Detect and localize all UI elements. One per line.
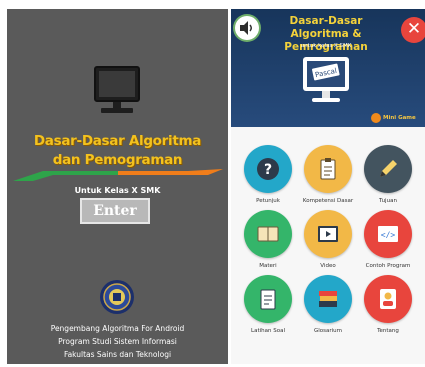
menu-item-label: Materi: [259, 263, 277, 269]
menu-item-kompetensi-dasar[interactable]: Kompetensi Dasar: [298, 145, 358, 205]
menu-item-circle: [304, 275, 352, 323]
splash-screen: Dasar-Dasar Algoritma dan Pemograman Unt…: [7, 9, 228, 364]
pascal-monitor-icon: Pascal: [303, 57, 349, 102]
credits-line1: Pengembang Algoritma For Android: [50, 324, 185, 333]
menu-item-contoh-program[interactable]: </> Contoh Program: [358, 210, 418, 270]
menu-item-glosarium[interactable]: Glosarium: [298, 275, 358, 335]
enter-button[interactable]: Enter: [80, 198, 150, 224]
app-title-line2: dan Pemograman: [52, 152, 183, 168]
books-icon: [319, 291, 337, 307]
menu-item-tujuan[interactable]: Tujuan: [358, 145, 418, 205]
close-button[interactable]: ✕: [401, 17, 425, 43]
menu-item-label: Glosarium: [313, 328, 343, 334]
mini-game-button[interactable]: Mini Game: [371, 112, 416, 124]
app-title: Dasar-Dasar Algoritma dan Pemograman: [7, 132, 228, 170]
menu-item-tentang[interactable]: Tentang: [358, 275, 418, 335]
developer-credits: Pengembang Algoritma For Android Program…: [7, 322, 228, 361]
menu-item-circle: ?: [244, 145, 292, 193]
about-icon: [380, 289, 396, 309]
main-menu-screen: Dasar-Dasar Algoritma & Pemrograman untu…: [231, 9, 425, 364]
menu-item-circle: </>: [364, 210, 412, 258]
menu-item-circle: [364, 145, 412, 193]
svg-text:</>: </>: [381, 231, 396, 240]
exercise-icon: [260, 289, 276, 310]
book-icon: [257, 226, 279, 242]
menu-item-circle: [364, 275, 412, 323]
clipboard-icon: [320, 158, 336, 180]
app-subtitle: Untuk Kelas X SMK: [74, 186, 161, 195]
credits-line2: Program Studi Sistem Informasi: [58, 337, 177, 346]
menu-item-circle: [244, 210, 292, 258]
university-logo: [100, 280, 134, 314]
monitor-icon: [94, 66, 140, 113]
code-icon: </>: [378, 226, 398, 242]
menu-item-label: Latihan Soal: [251, 328, 285, 334]
menu-item-latihan-soal[interactable]: Latihan Soal: [238, 275, 298, 335]
svg-text:?: ?: [264, 162, 272, 178]
menu-title-line2: Algoritma & Pemrograman: [284, 28, 368, 53]
menu-item-circle: [244, 275, 292, 323]
video-icon: [318, 226, 338, 242]
menu-item-circle: [304, 145, 352, 193]
app-title-line1: Dasar-Dasar Algoritma: [33, 133, 202, 149]
mini-game-label: Mini Game: [383, 115, 416, 121]
menu-subtitle: untuk kelas X SMK: [300, 43, 352, 49]
menu-item-label: Tujuan: [379, 198, 397, 204]
question-icon: ?: [257, 158, 279, 180]
menu-item-label: Tentang: [377, 328, 399, 334]
decorative-stripe: [13, 169, 223, 181]
menu-item-circle: [304, 210, 352, 258]
menu-header: Dasar-Dasar Algoritma & Pemrograman untu…: [231, 9, 425, 127]
menu-item-label: Petunjuk: [256, 198, 280, 204]
menu-item-petunjuk[interactable]: ? Petunjuk: [238, 145, 298, 205]
menu-title-line1: Dasar-Dasar: [289, 15, 363, 27]
menu-item-label: Video: [320, 263, 336, 269]
menu-item-label: Contoh Program: [365, 263, 411, 269]
menu-item-label: Kompetensi Dasar: [302, 198, 354, 204]
menu-item-video[interactable]: Video: [298, 210, 358, 270]
close-icon: ✕: [406, 19, 422, 39]
gamepad-icon: [371, 112, 381, 123]
menu-item-materi[interactable]: Materi: [238, 210, 298, 270]
credits-line3: Fakultas Sains dan Teknologi: [63, 350, 172, 359]
menu-grid: ? Petunjuk Kompetensi Dasar Tujuan Materi Vid…: [231, 127, 425, 364]
pencil-icon: [380, 160, 397, 177]
